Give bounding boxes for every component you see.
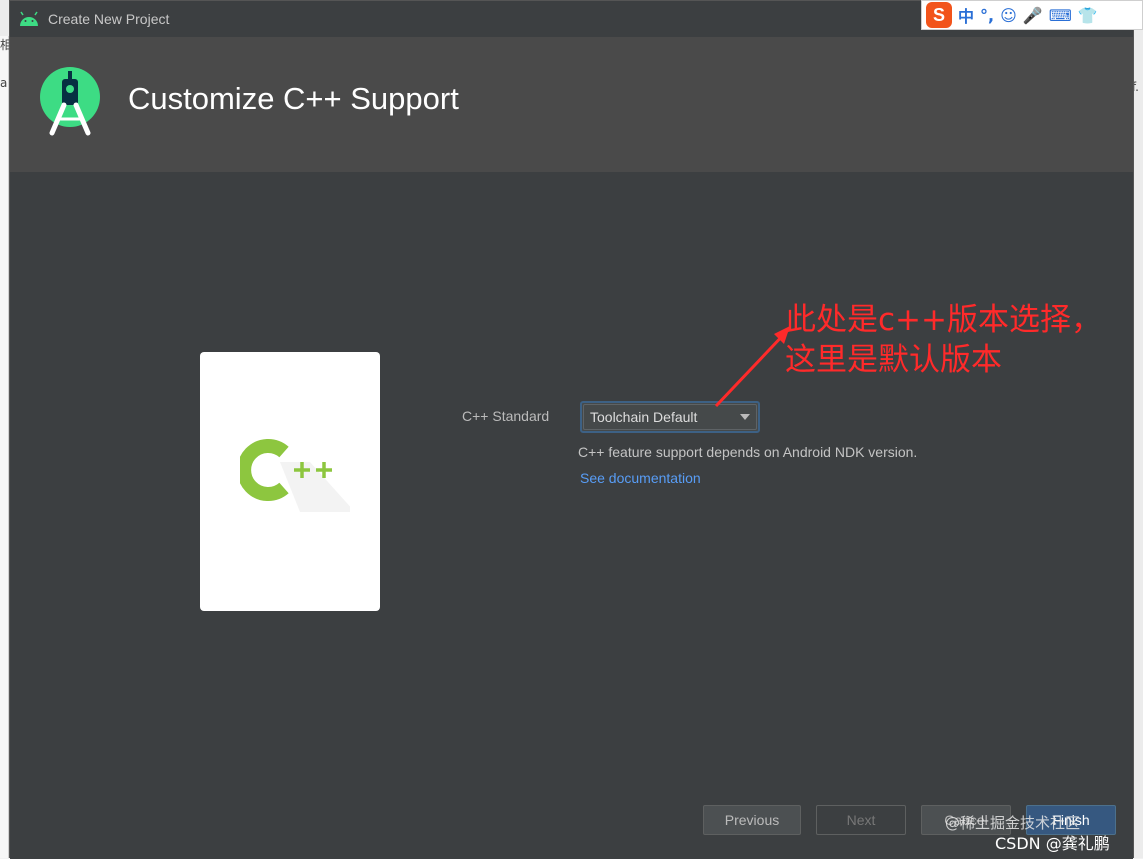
ime-punctuation-toggle[interactable]: °,: [980, 6, 994, 25]
android-icon: [20, 11, 38, 26]
cpp-standard-label: C++ Standard: [462, 408, 550, 424]
background-left-panel: 相 a: [0, 36, 12, 858]
cpp-logo-icon: [240, 439, 350, 512]
wizard-content: C++ Standard Toolchain Default C++ featu…: [10, 172, 1133, 859]
page-title: Customize C++ Support: [128, 81, 459, 116]
sogou-ime-icon[interactable]: S: [926, 2, 952, 28]
background-text: a: [0, 76, 8, 90]
window-title: Create New Project: [48, 11, 170, 27]
annotation-line: 这里是默认版本: [785, 342, 1002, 378]
ime-toolbar: S 中 °, ☺ 🎤 ⌨ 👕: [921, 0, 1143, 30]
android-studio-logo-icon: [40, 67, 100, 136]
previous-button[interactable]: Previous: [703, 805, 801, 835]
microphone-icon[interactable]: 🎤: [1023, 6, 1043, 25]
feature-support-text: C++ feature support depends on Android N…: [578, 444, 918, 460]
cpp-preview-card: [200, 352, 380, 611]
wizard-header: Customize C++ Support: [10, 37, 1133, 172]
watermark-csdn: CSDN @龚礼鹏: [995, 834, 1110, 853]
chevron-down-icon: [740, 414, 750, 420]
cpp-standard-value: Toolchain Default: [590, 409, 698, 425]
emoji-icon[interactable]: ☺: [1000, 6, 1017, 25]
create-project-dialog: Create New Project Customize C++ Support: [9, 0, 1134, 859]
annotation-text: 此处是c++版本选择， 这里是默认版本: [785, 300, 1102, 380]
next-button[interactable]: Next: [816, 805, 906, 835]
skin-icon[interactable]: 👕: [1078, 6, 1098, 25]
ime-language-toggle[interactable]: 中: [958, 3, 974, 27]
see-documentation-link[interactable]: See documentation: [580, 470, 701, 486]
annotation-line: 此处是c++版本选择，: [785, 302, 1102, 338]
keyboard-icon[interactable]: ⌨: [1049, 6, 1072, 25]
